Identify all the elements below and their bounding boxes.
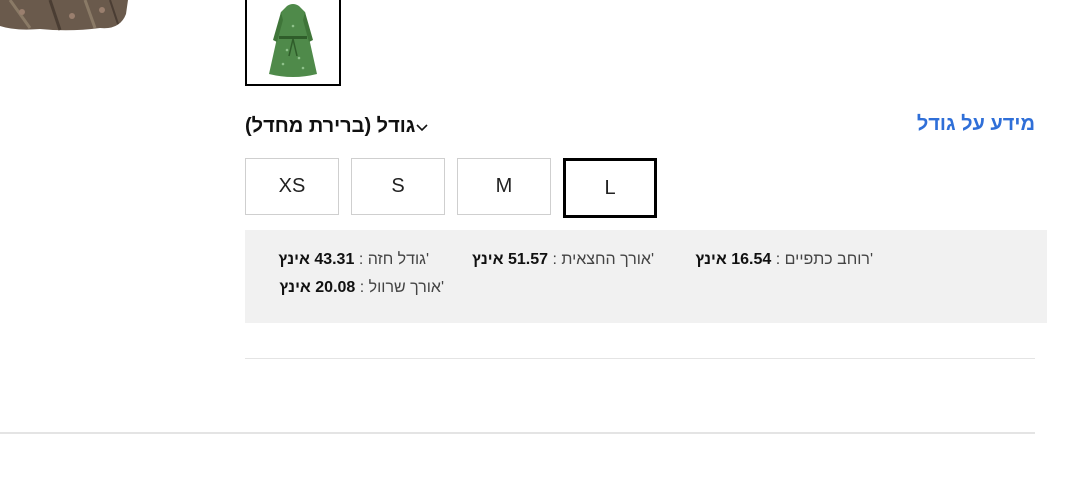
size-measurements-panel: 'רוחב כתפיים : 16.54 אינץ 'אורך החצאית :… <box>245 230 1047 323</box>
measurement-shoulder-width: 'רוחב כתפיים : 16.54 אינץ <box>695 251 873 269</box>
size-option-m[interactable]: M <box>457 158 551 215</box>
page-divider <box>0 432 1035 434</box>
measurement-label: 'אורך שרוול : <box>359 279 444 296</box>
chevron-down-icon <box>415 120 429 134</box>
measurement-bust-size: 'גודל חזה : 43.31 אינץ <box>278 251 429 269</box>
measurement-value: 16.54 אינץ <box>695 251 772 268</box>
product-thumbnail-selected[interactable] <box>245 0 341 86</box>
measurement-label: 'גודל חזה : <box>358 251 429 268</box>
size-guide-link[interactable]: מידע על גודל <box>917 113 1035 136</box>
measurement-value: 20.08 אינץ <box>279 279 356 296</box>
measurement-skirt-length: 'אורך החצאית : 51.57 אינץ <box>472 251 654 269</box>
measurement-sleeve-length: 'אורך שרוול : 20.08 אינץ <box>279 279 444 297</box>
size-option-xs[interactable]: XS <box>245 158 339 215</box>
size-select-dropdown[interactable]: גודל (ברירת מחדל) <box>245 115 433 138</box>
measurement-label: 'רוחב כתפיים : <box>775 251 873 268</box>
size-option-l[interactable]: L <box>563 158 657 218</box>
size-options: XS S M L <box>245 158 657 218</box>
measurement-value: 51.57 אינץ <box>472 251 548 268</box>
measurement-value: 43.31 אינץ <box>278 251 355 268</box>
measurement-label: 'אורך החצאית : <box>552 251 654 268</box>
section-divider <box>245 358 1035 359</box>
product-options-page: מידע על גודל גודל (ברירת מחדל) XS S M L … <box>0 0 1068 502</box>
size-option-s[interactable]: S <box>351 158 445 215</box>
size-select-label: גודל (ברירת מחדל) <box>245 115 416 137</box>
product-main-image <box>0 0 130 32</box>
